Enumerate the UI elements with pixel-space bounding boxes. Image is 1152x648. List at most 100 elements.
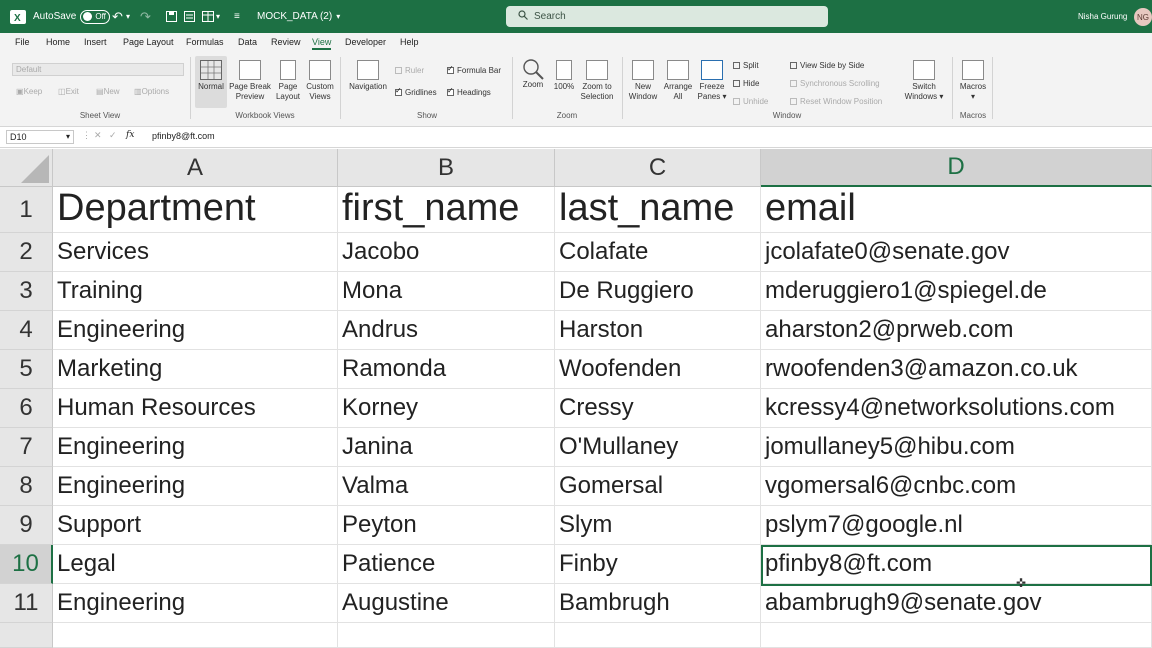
split-button[interactable]: Split xyxy=(733,61,759,70)
cell-d5[interactable]: rwoofenden3@amazon.co.uk xyxy=(761,350,1152,389)
formula-bar-checkbox[interactable]: Formula Bar xyxy=(447,64,501,75)
sheet-view-exit[interactable]: ◫ Exit xyxy=(58,87,79,96)
tab-developer[interactable]: Developer xyxy=(345,37,386,47)
freeze-panes-button[interactable]: Freeze Panes ▾ xyxy=(695,60,729,102)
row-header-6[interactable]: 6 xyxy=(0,389,53,428)
tab-insert[interactable]: Insert xyxy=(84,37,107,47)
row-header-5[interactable]: 5 xyxy=(0,350,53,389)
gridlines-checkbox[interactable]: Gridlines xyxy=(395,86,437,97)
cell-c6[interactable]: Cressy xyxy=(555,389,761,428)
cell-a6[interactable]: Human Resources xyxy=(53,389,338,428)
undo-dropdown-icon[interactable]: ▾ xyxy=(126,0,130,33)
enter-icon[interactable]: ✓ xyxy=(109,130,117,141)
sheet-view-options[interactable]: ▥ Options xyxy=(134,87,169,96)
view-side-by-side-button[interactable]: View Side by Side xyxy=(790,61,864,70)
cell-b2[interactable]: Jacobo xyxy=(338,233,555,272)
page-break-preview-button[interactable]: Page Break Preview xyxy=(229,60,271,102)
column-header-c[interactable]: C xyxy=(555,149,761,187)
tab-formulas[interactable]: Formulas xyxy=(186,37,224,47)
print-preview-icon[interactable] xyxy=(184,0,195,33)
cell-c10[interactable]: Finby xyxy=(555,545,761,584)
hide-button[interactable]: Hide xyxy=(733,79,759,88)
cell-a8[interactable]: Engineering xyxy=(53,467,338,506)
cell-d12[interactable] xyxy=(761,623,1152,648)
cell-d11[interactable]: abambrugh9@senate.gov xyxy=(761,584,1152,623)
cancel-icon[interactable]: ✕ xyxy=(94,130,102,141)
cell-a4[interactable]: Engineering xyxy=(53,311,338,350)
switch-windows-button[interactable]: Switch Windows ▾ xyxy=(902,60,946,102)
cell-b11[interactable]: Augustine xyxy=(338,584,555,623)
cell-a5[interactable]: Marketing xyxy=(53,350,338,389)
redo-icon[interactable]: ↷ xyxy=(140,0,151,33)
custom-views-button[interactable]: Custom Views xyxy=(304,60,336,102)
customize-qat-icon[interactable]: ≡ xyxy=(234,0,240,33)
cell-c1[interactable]: last_name xyxy=(555,187,761,233)
cell-c12[interactable] xyxy=(555,623,761,648)
row-header-1[interactable]: 1 xyxy=(0,187,53,233)
name-box-dropdown-icon[interactable]: ▾ xyxy=(66,131,70,143)
formula-input[interactable]: pfinby8@ft.com xyxy=(152,131,215,141)
cell-c11[interactable]: Bambrugh xyxy=(555,584,761,623)
name-box[interactable]: D10 ▾ xyxy=(6,130,74,144)
row-header-10[interactable]: 10 xyxy=(0,545,53,584)
column-header-b[interactable]: B xyxy=(338,149,555,187)
tab-home[interactable]: Home xyxy=(46,37,70,47)
cell-a3[interactable]: Training xyxy=(53,272,338,311)
more-options-icon[interactable]: ⋮ xyxy=(82,130,91,141)
row-header-4[interactable]: 4 xyxy=(0,311,53,350)
tab-view[interactable]: View xyxy=(312,37,332,50)
zoom-100-button[interactable]: 100% xyxy=(550,60,578,92)
cell-b12[interactable] xyxy=(338,623,555,648)
cell-c9[interactable]: Slym xyxy=(555,506,761,545)
save-icon[interactable] xyxy=(166,0,177,33)
navigation-button[interactable]: Navigation xyxy=(346,60,390,92)
cell-b3[interactable]: Mona xyxy=(338,272,555,311)
zoom-to-selection-button[interactable]: Zoom to Selection xyxy=(578,60,616,102)
insert-function-icon[interactable]: fx xyxy=(126,130,134,140)
arrange-all-button[interactable]: Arrange All xyxy=(661,60,695,102)
cell-c4[interactable]: Harston xyxy=(555,311,761,350)
qat-dropdown-icon[interactable]: ▾ xyxy=(216,0,220,33)
search-box[interactable]: Search xyxy=(506,6,828,27)
reset-window-position-button[interactable]: Reset Window Position xyxy=(790,97,882,106)
headings-checkbox[interactable]: Headings xyxy=(447,86,491,97)
cell-a1[interactable]: Department xyxy=(53,187,338,233)
sheet-view-keep[interactable]: ▣ Keep xyxy=(16,87,42,96)
cell-a2[interactable]: Services xyxy=(53,233,338,272)
tab-review[interactable]: Review xyxy=(271,37,301,47)
cell-b8[interactable]: Valma xyxy=(338,467,555,506)
cell-c5[interactable]: Woofenden xyxy=(555,350,761,389)
cell-b1[interactable]: first_name xyxy=(338,187,555,233)
autosave-control[interactable]: AutoSave Off xyxy=(33,0,111,33)
normal-view-button[interactable]: Normal xyxy=(195,56,227,108)
row-header-11[interactable]: 11 xyxy=(0,584,53,623)
row-header-8[interactable]: 8 xyxy=(0,467,53,506)
sheet-view-new[interactable]: ▤ New xyxy=(96,87,120,96)
tab-file[interactable]: File xyxy=(15,37,30,47)
row-header-12[interactable] xyxy=(0,623,53,648)
cell-d2[interactable]: jcolafate0@senate.gov xyxy=(761,233,1152,272)
cell-d6[interactable]: kcressy4@networksolutions.com xyxy=(761,389,1152,428)
cell-b5[interactable]: Ramonda xyxy=(338,350,555,389)
cell-d8[interactable]: vgomersal6@cnbc.com xyxy=(761,467,1152,506)
cell-d9[interactable]: pslym7@google.nl xyxy=(761,506,1152,545)
tab-data[interactable]: Data xyxy=(238,37,257,47)
cell-b10[interactable]: Patience xyxy=(338,545,555,584)
cell-c3[interactable]: De Ruggiero xyxy=(555,272,761,311)
cell-b4[interactable]: Andrus xyxy=(338,311,555,350)
tab-help[interactable]: Help xyxy=(400,37,419,47)
column-header-d[interactable]: D xyxy=(761,149,1152,187)
column-header-a[interactable]: A xyxy=(53,149,338,187)
cell-c8[interactable]: Gomersal xyxy=(555,467,761,506)
cell-a10[interactable]: Legal xyxy=(53,545,338,584)
cell-d4[interactable]: aharston2@prweb.com xyxy=(761,311,1152,350)
sheet-view-dropdown[interactable]: Default xyxy=(12,63,184,76)
cell-b6[interactable]: Korney xyxy=(338,389,555,428)
cell-d3[interactable]: mderuggiero1@spiegel.de xyxy=(761,272,1152,311)
row-header-2[interactable]: 2 xyxy=(0,233,53,272)
tab-page-layout[interactable]: Page Layout xyxy=(123,37,174,47)
cell-c7[interactable]: O'Mullaney xyxy=(555,428,761,467)
autosave-toggle[interactable]: Off xyxy=(80,9,111,24)
cell-d7[interactable]: jomullaney5@hibu.com xyxy=(761,428,1152,467)
cell-b7[interactable]: Janina xyxy=(338,428,555,467)
